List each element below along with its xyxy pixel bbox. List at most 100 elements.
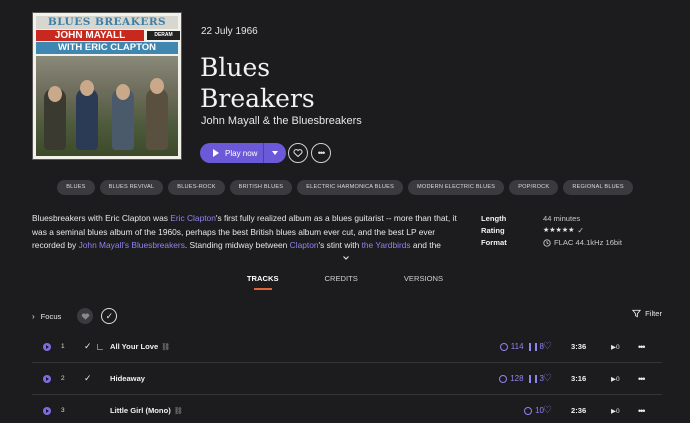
track-duration: 3:36 [571,342,587,351]
track-stats: 128 3 [499,374,544,383]
link-eric-clapton[interactable]: Eric Clapton [170,213,216,223]
cover-title: BLUES BREAKERS [36,16,178,29]
format-value: FLAC 44.1kHz 16bit [543,237,622,249]
genre-tags: BLUES BLUES REVIVAL BLUES-ROCK BRITISH B… [0,180,690,195]
genre-tag[interactable]: BRITISH BLUES [229,180,293,195]
album-title: Blues Breakers [200,52,340,114]
track-duration: 2:36 [571,406,587,415]
track-row[interactable]: 1 ✓ All Your Love ⛓ 114 8 ♡ 3:36 ▶0 ••• [32,331,662,363]
playlists-icon [528,374,537,383]
track-row[interactable]: 3 Little Girl (Mono) ⛓ 10 ♡ 2:36 ▶0 ••• [32,395,662,423]
play-count-value: 0 [616,343,620,351]
description-text: 's stint with [318,240,362,250]
play-now-main[interactable]: Play now [200,143,263,163]
play-count-value: 0 [616,407,620,415]
length-value: 44 minutes [543,214,581,223]
link-yardbirds[interactable]: the Yardbirds [362,240,411,250]
play-icon [213,149,219,157]
genre-tag[interactable]: MODERN ELECTRIC BLUES [408,180,505,195]
link-bluesbreakers[interactable]: John Mayall's Bluesbreakers [79,240,185,250]
check-icon: ✓ [105,310,114,321]
track-title[interactable]: All Your Love ⛓ [110,342,170,351]
stat-versions: 128 [510,374,524,383]
format-text: FLAC 44.1kHz 16bit [554,238,622,247]
more-icon: ••• [317,148,326,158]
track-name: Little Girl (Mono) [110,406,171,415]
rating-label: Rating [481,226,505,235]
genre-tag[interactable]: BLUES REVIVAL [99,180,164,195]
genre-tag[interactable]: POP/ROCK [509,180,559,195]
genre-tag[interactable]: REGIONAL BLUES [563,180,633,195]
release-date: 22 July 1966 [201,26,258,37]
album-title-line1: Blues [200,53,271,82]
play-now-label: Play now [225,148,258,158]
more-icon[interactable]: ••• [638,406,646,416]
album-cover[interactable]: BLUES BREAKERS JOHN MAYALL DERAM WITH ER… [32,12,182,160]
track-title[interactable]: Hideaway [110,374,145,383]
format-label: Format [481,238,507,247]
hq-icon [97,343,103,350]
check-icon: ✓ [84,373,92,383]
genre-tag[interactable]: BLUES [57,180,95,195]
check-icon: ✓ [577,226,585,235]
favorite-button[interactable] [288,143,308,163]
focus-label: Focus [40,311,62,321]
link-icon: ⛓ [173,407,183,415]
rating-stars: ★★★★★ [543,227,575,234]
tab-credits[interactable]: CREDITS [302,274,381,290]
album-artist[interactable]: John Mayall & the Bluesbreakers [201,115,362,127]
description-text: and the [410,240,441,250]
chevron-right-icon: › [32,311,35,321]
cover-photo [36,56,178,156]
play-count: ▶0 [611,407,620,415]
heart-icon [81,312,90,320]
filter-label: Filter [645,309,662,318]
tab-tracks[interactable]: TRACKS [224,274,302,290]
filter-icon [632,309,642,318]
track-name: Hideaway [110,374,146,383]
rating-value: ★★★★★ ✓ [543,225,584,237]
cover-label-logo: DERAM [147,31,180,40]
album-tabs: TRACKS CREDITS VERSIONS [0,274,690,290]
clock-icon [543,239,551,247]
track-title[interactable]: Little Girl (Mono) ⛓ [110,406,183,415]
check-filter-button[interactable]: ✓ [101,308,118,324]
play-track-icon[interactable] [43,374,51,383]
album-metadata: Length 44 minutes Rating ★★★★★ ✓ Format FLAC… [481,213,622,249]
play-options-dropdown[interactable] [264,143,286,163]
album-title-line2: Breakers [200,84,315,113]
description-text: Bluesbreakers with Eric Clapton was [32,213,171,223]
filter-button[interactable]: Filter [632,309,662,318]
track-row[interactable]: 2 ✓ Hideaway 128 3 ♡ 3:16 ▶0 ••• [32,363,662,395]
heart-icon [293,149,303,158]
track-stats: 10 [524,406,544,415]
tab-versions[interactable]: VERSIONS [381,274,466,290]
more-options-button[interactable]: ••• [311,143,331,163]
focus-toggle[interactable]: › Focus ✓ [32,308,118,324]
cover-subtitle: WITH ERIC CLAPTON [36,42,178,54]
versions-icon [524,406,533,415]
play-now-button[interactable]: Play now [200,143,286,163]
more-icon[interactable]: ••• [638,374,646,384]
track-list: 1 ✓ All Your Love ⛓ 114 8 ♡ 3:36 ▶0 ••• 2 … [32,331,662,423]
play-track-icon[interactable] [43,406,51,415]
track-name: All Your Love [110,342,159,351]
stat-versions: 114 [510,342,524,351]
versions-icon [499,342,508,351]
heart-filter-button[interactable] [77,308,94,324]
play-count: ▶0 [611,343,620,351]
heart-icon[interactable]: ♡ [543,341,552,352]
description-text: . Standing midway between [184,240,290,250]
play-count: ▶0 [611,375,620,383]
heart-icon[interactable]: ♡ [543,373,552,384]
heart-icon[interactable]: ♡ [543,405,552,416]
track-stats: 114 8 [499,342,544,351]
expand-description-icon[interactable] [342,254,350,262]
link-clapton[interactable]: Clapton [290,240,319,250]
genre-tag[interactable]: BLUES-ROCK [168,180,225,195]
versions-icon [499,374,508,383]
genre-tag[interactable]: ELECTRIC HARMONICA BLUES [297,180,404,195]
track-duration: 3:16 [571,374,587,383]
play-track-icon[interactable] [43,342,51,351]
more-icon[interactable]: ••• [638,342,646,352]
